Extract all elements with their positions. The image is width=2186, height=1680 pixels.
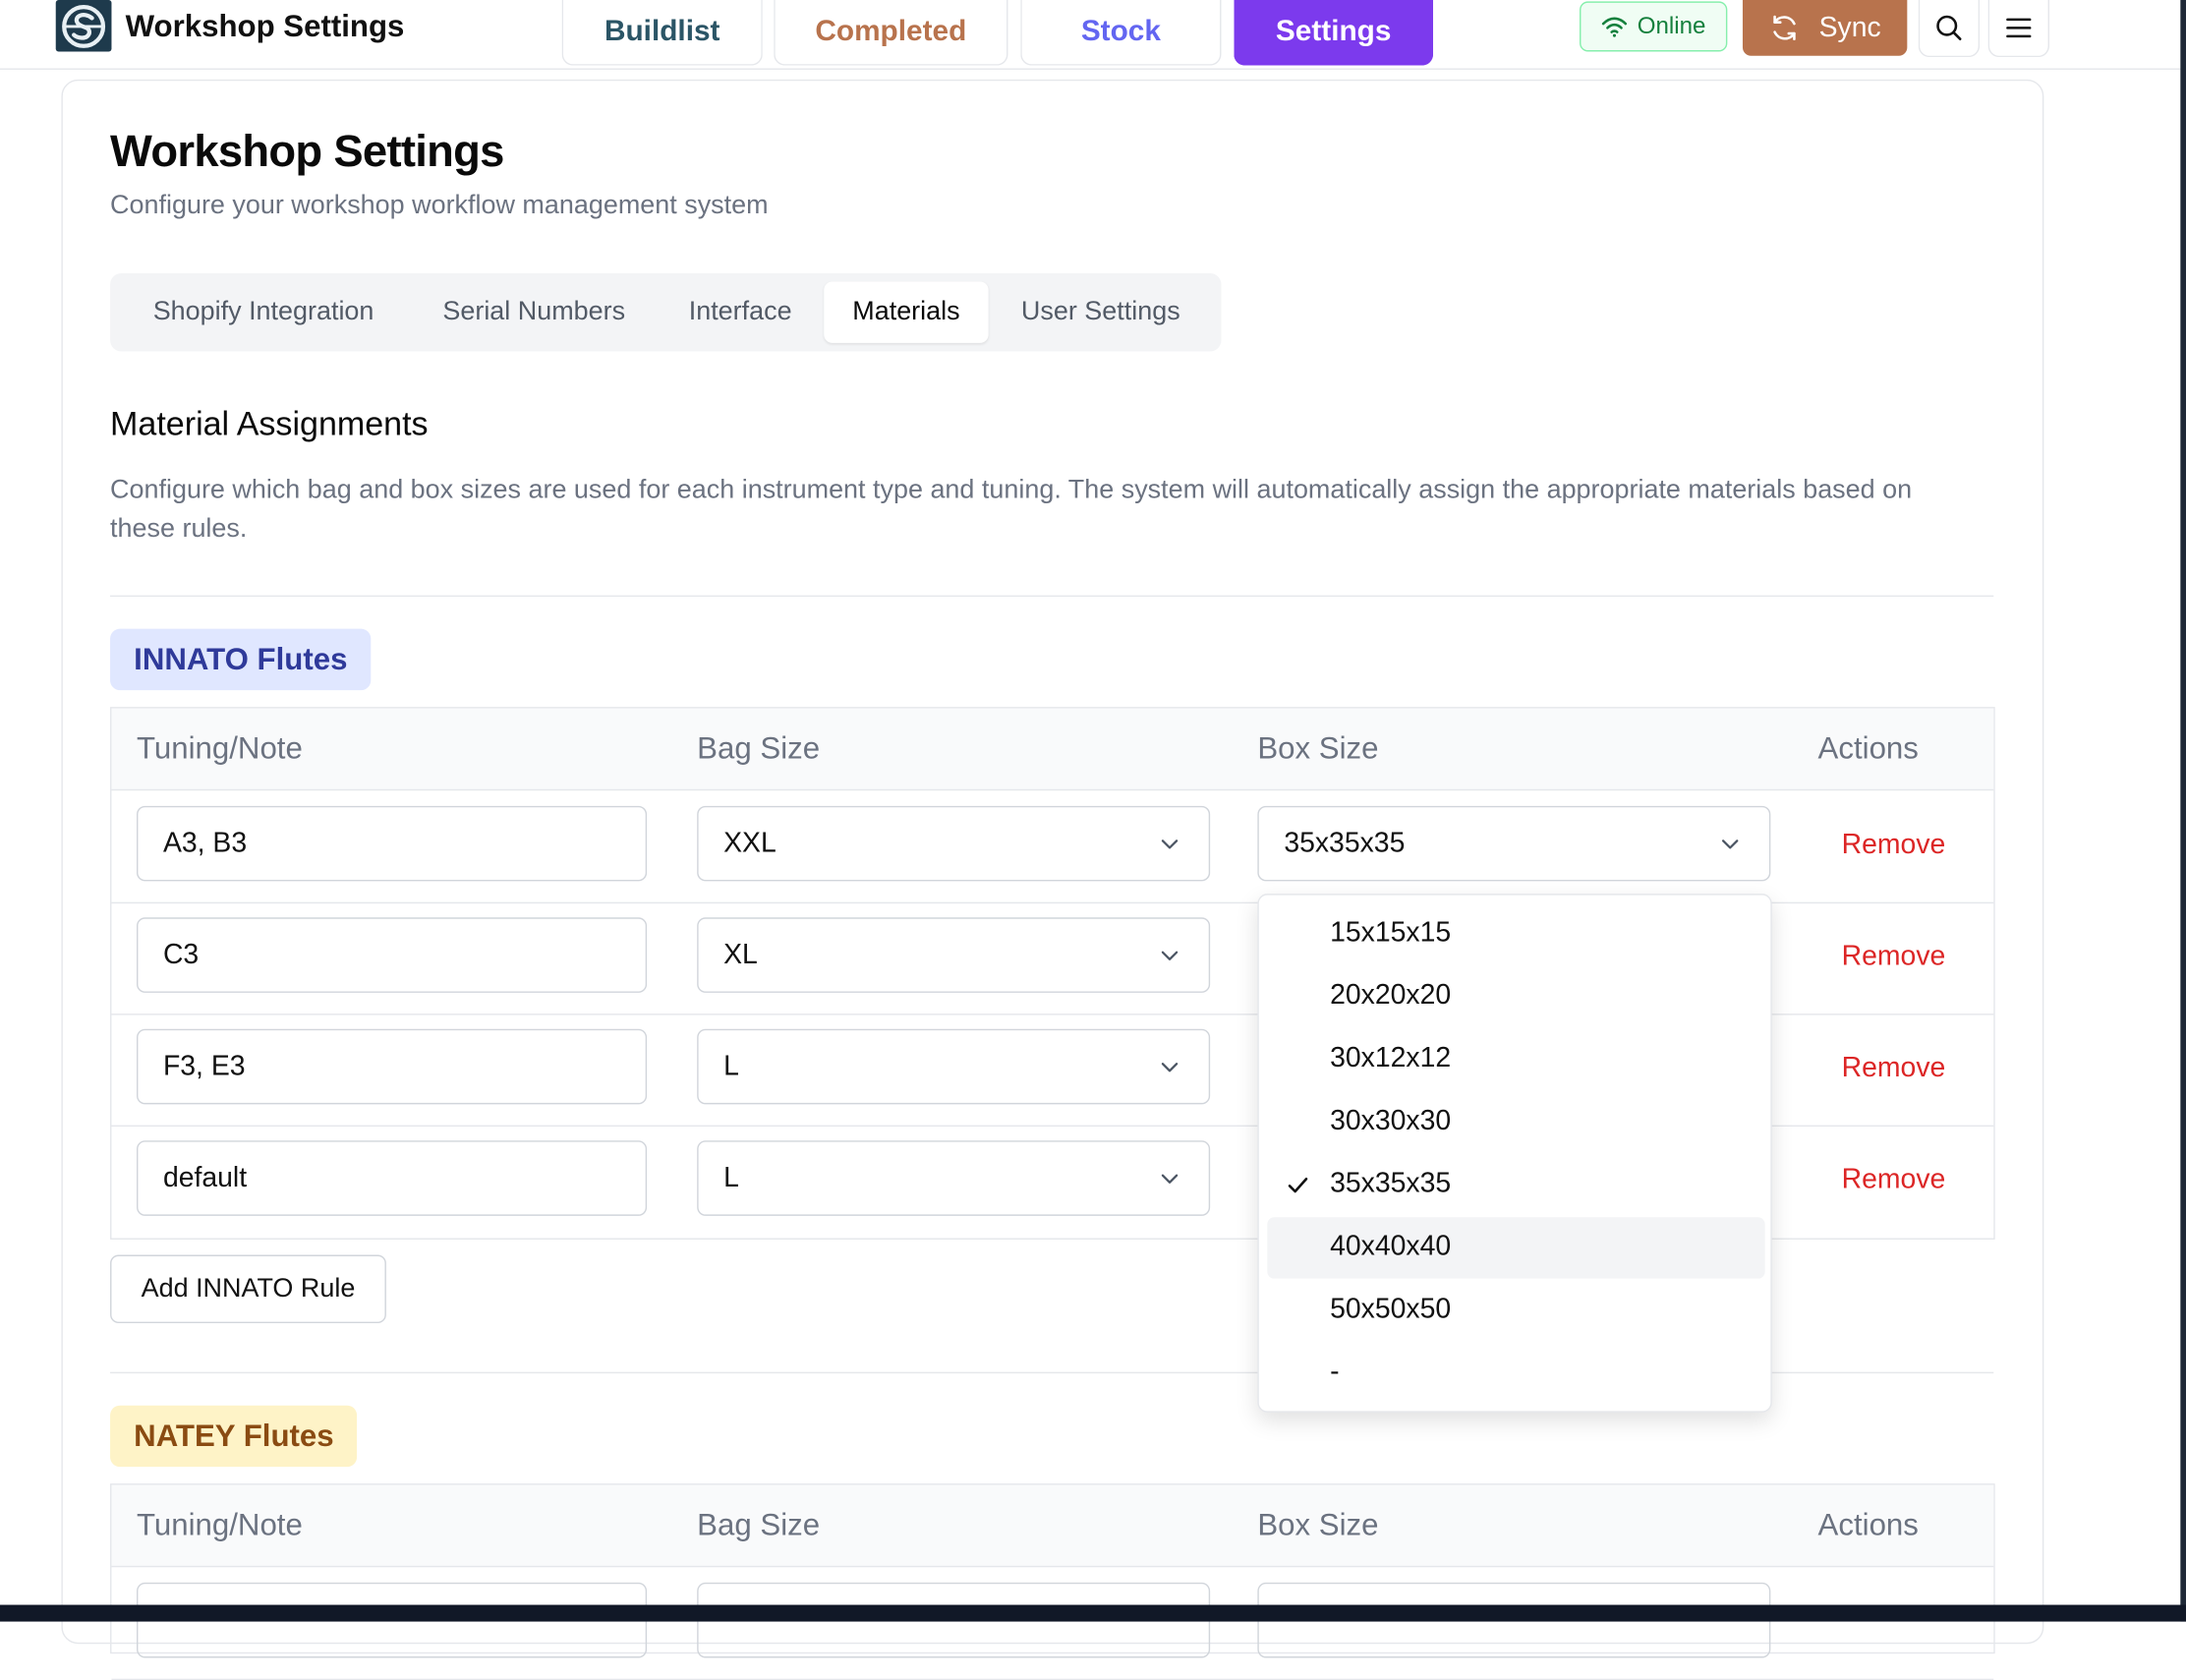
wifi-icon <box>1602 17 1628 37</box>
header-box-size: Box Size <box>1257 1507 1379 1542</box>
bag-size-select[interactable]: L <box>697 1028 1211 1105</box>
remove-button[interactable]: Remove <box>1842 1164 1946 1196</box>
box-size-dropdown: 15x15x15 20x20x20 30x12x12 30x30x30 35x3… <box>1257 894 1772 1413</box>
tuning-input[interactable]: F3, E3 <box>137 1028 648 1105</box>
tab-serial-numbers[interactable]: Serial Numbers <box>419 282 650 343</box>
online-label: Online <box>1637 12 1706 39</box>
chevron-down-icon <box>1721 840 1739 849</box>
search-button[interactable] <box>1918 0 1981 58</box>
sync-label: Sync <box>1818 12 1881 43</box>
remove-button[interactable]: Remove <box>1842 941 1946 973</box>
section-description: Configure which bag and box sizes are us… <box>110 475 1913 545</box>
tuning-input[interactable]: default <box>137 1140 648 1216</box>
tab-shopify-integration[interactable]: Shopify Integration <box>117 282 410 343</box>
dropdown-option-highlighted[interactable]: 40x40x40 <box>1267 1217 1765 1279</box>
window-edge <box>2180 0 2186 1622</box>
tuning-input[interactable]: A3, B3 <box>137 805 648 882</box>
bag-size-select[interactable]: XL <box>697 917 1211 993</box>
table-header: Tuning/Note Bag Size Box Size Actions <box>111 1484 1994 1568</box>
tuning-input[interactable]: C3 <box>137 917 648 993</box>
header-bag-size: Bag Size <box>697 1507 821 1542</box>
box-size-value: 35x35x35 <box>1284 827 1406 859</box>
check-icon <box>1288 1177 1308 1193</box>
online-status-badge: Online <box>1580 1 1728 52</box>
remove-button[interactable]: Remove <box>1842 830 1946 862</box>
add-innato-rule-button[interactable]: Add INNATO Rule <box>110 1254 386 1324</box>
dropdown-option[interactable]: 15x15x15 <box>1267 903 1764 964</box>
hamburger-icon <box>2006 18 2032 38</box>
page-subtitle: Configure your workshop workflow managem… <box>110 191 769 221</box>
header-box-size: Box Size <box>1257 730 1379 766</box>
header-tuning: Tuning/Note <box>137 1507 303 1542</box>
settings-tabs: Shopify Integration Serial Numbers Inter… <box>110 273 1222 352</box>
nav-tab-settings[interactable]: Settings <box>1234 0 1434 66</box>
tab-materials[interactable]: Materials <box>824 281 989 343</box>
header-tuning: Tuning/Note <box>137 730 303 766</box>
search-icon <box>1936 15 1962 40</box>
chevron-down-icon <box>1161 1063 1179 1072</box>
page-title: Workshop Settings <box>110 125 504 176</box>
app-root: Workshop Settings Buildlist Completed St… <box>0 0 2186 1680</box>
sync-button[interactable]: Sync <box>1742 0 1908 56</box>
top-bar: Workshop Settings Buildlist Completed St… <box>0 0 2186 70</box>
header-actions: Actions <box>1817 1507 1919 1542</box>
bottom-bar <box>0 1604 2186 1622</box>
bag-size-value: XXL <box>723 827 777 859</box>
nav-tab-completed[interactable]: Completed <box>774 0 1008 66</box>
tab-interface[interactable]: Interface <box>658 282 822 343</box>
header-actions: Actions <box>1817 730 1919 766</box>
nav-tab-buildlist[interactable]: Buildlist <box>561 0 763 66</box>
chevron-down-icon <box>1161 951 1179 960</box>
bag-size-value: XL <box>723 939 758 970</box>
dropdown-option[interactable]: 30x30x30 <box>1267 1092 1764 1153</box>
tab-user-settings[interactable]: User Settings <box>989 282 1213 343</box>
bag-size-value: L <box>723 1050 739 1081</box>
table-row: A3, B3 XXL 35x35x35 Remove <box>111 790 1994 904</box>
dropdown-option[interactable]: 20x20x20 <box>1267 966 1764 1027</box>
bag-size-select[interactable]: L <box>697 1140 1211 1216</box>
app-logo[interactable] <box>55 0 112 52</box>
bag-size-value: L <box>723 1162 739 1193</box>
refresh-icon <box>1772 15 1796 40</box>
nav-tab-stock[interactable]: Stock <box>1020 0 1222 66</box>
innato-badge: INNATO Flutes <box>110 628 372 691</box>
remove-button[interactable]: Remove <box>1842 1053 1946 1085</box>
dropdown-option[interactable]: 50x50x50 <box>1267 1280 1764 1341</box>
box-size-select[interactable]: 35x35x35 <box>1257 805 1771 882</box>
logo-icon <box>62 4 106 48</box>
dropdown-option[interactable]: - <box>1267 1343 1764 1404</box>
table-row <box>111 1567 1994 1680</box>
section-title: Material Assignments <box>110 405 429 444</box>
chevron-down-icon <box>1161 840 1179 849</box>
chevron-down-icon <box>1161 1174 1179 1184</box>
app-title: Workshop Settings <box>125 8 405 43</box>
dropdown-option-selected[interactable]: 35x35x35 <box>1267 1154 1764 1215</box>
bag-size-select[interactable]: XXL <box>697 805 1211 882</box>
dropdown-option[interactable]: 30x12x12 <box>1267 1029 1764 1090</box>
menu-button[interactable] <box>1987 0 2050 58</box>
natey-badge: NATEY Flutes <box>110 1405 358 1468</box>
table-header: Tuning/Note Bag Size Box Size Actions <box>111 708 1994 791</box>
natey-table: Tuning/Note Bag Size Box Size Actions <box>110 1483 1995 1680</box>
divider <box>110 595 1994 598</box>
header-bag-size: Bag Size <box>697 730 821 766</box>
